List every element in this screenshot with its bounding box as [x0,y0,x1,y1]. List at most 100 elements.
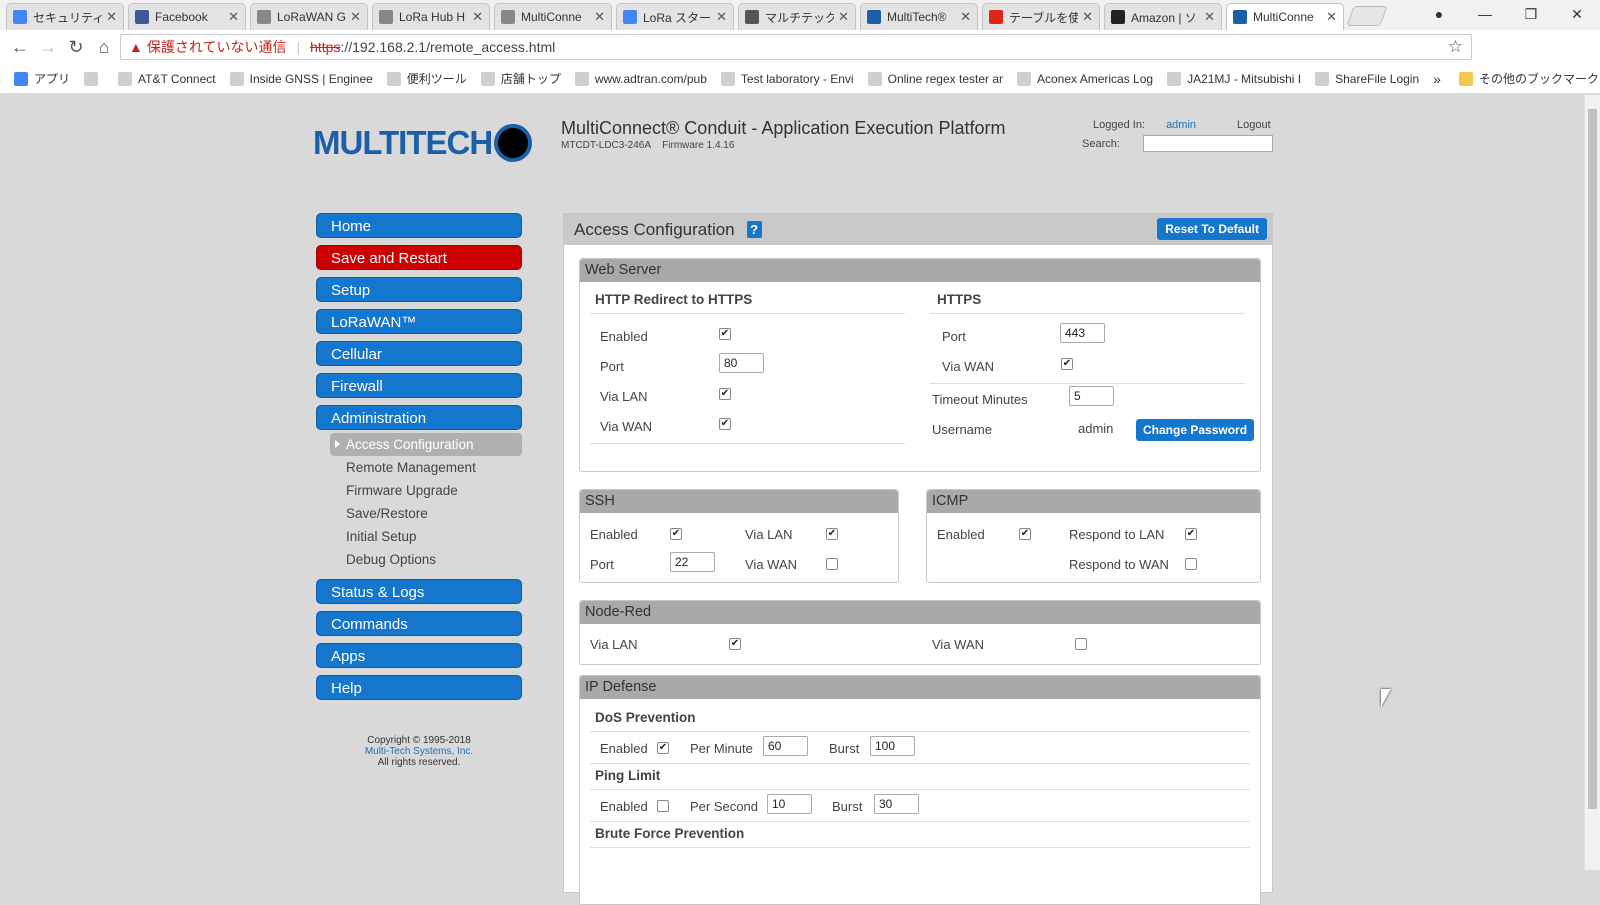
bookmark-item[interactable] [84,71,104,86]
nav-button-apps[interactable]: Apps [316,643,522,668]
dos-enabled-checkbox[interactable]: ✔ [657,742,669,754]
bookmark-label: Aconex Americas Log [1037,71,1154,86]
redirect-via-lan-checkbox[interactable]: ✔ [719,388,731,400]
icmp-section: ICMP Enabled ✔ Respond to LAN ✔ Respond … [926,489,1261,583]
logged-in-user[interactable]: admin [1166,119,1196,131]
forward-icon[interactable]: → [34,37,62,58]
respond-wan-checkbox[interactable] [1185,558,1197,570]
nav-button-setup[interactable]: Setup [316,277,522,302]
change-password-button[interactable]: Change Password [1136,419,1255,441]
close-tab-icon[interactable]: ✕ [838,9,849,25]
browser-tab[interactable]: Facebook ✕ [128,3,246,30]
other-bookmarks[interactable]: その他のブックマーク [1458,70,1599,87]
reload-icon[interactable]: ↻ [62,37,90,58]
timeout-input[interactable]: 5 [1069,386,1114,406]
close-tab-icon[interactable]: ✕ [1082,9,1093,25]
close-tab-icon[interactable]: ✕ [1326,9,1337,25]
icmp-enabled-checkbox[interactable]: ✔ [1019,528,1031,540]
divider [930,383,1245,384]
minimize-icon[interactable]: — [1462,0,1508,30]
nav-button-administration[interactable]: Administration [316,405,522,430]
per-second-input[interactable]: 10 [767,794,812,814]
profile-icon[interactable]: ● [1416,0,1462,30]
browser-tab[interactable]: LoRaWAN G ✕ [250,3,368,30]
browser-tab[interactable]: マルチテック L✕ [738,3,856,30]
bookmark-item[interactable]: AT&T Connect [118,71,216,86]
submenu-item-access-configuration[interactable]: Access Configuration [330,433,522,456]
nav-button-commands[interactable]: Commands [316,611,522,636]
node-red-via-lan-checkbox[interactable]: ✔ [729,638,741,650]
close-tab-icon[interactable]: ✕ [472,9,483,25]
insecure-label[interactable]: 保護されていない通信 [147,37,287,57]
help-icon[interactable]: ? [746,221,762,238]
nav-button-firewall[interactable]: Firewall [316,373,522,398]
nav-button-status-logs[interactable]: Status & Logs [316,579,522,604]
close-tab-icon[interactable]: ✕ [228,9,239,25]
node-red-via-wan-checkbox[interactable] [1075,638,1087,650]
browser-tab[interactable]: MultiTech® ✕ [860,3,978,30]
new-tab-button[interactable] [1346,6,1388,26]
home-icon[interactable]: ⌂ [90,37,118,58]
submenu-item-firmware-upgrade[interactable]: Firmware Upgrade [316,479,522,502]
close-window-icon[interactable]: ✕ [1554,0,1600,30]
browser-tab[interactable]: テーブルを使用 ✕ [982,3,1100,30]
bookmark-item[interactable]: Test laboratory - Envi [720,71,854,86]
browser-tab[interactable]: セキュリティ診 ✕ [6,3,124,30]
restore-icon[interactable]: ❐ [1508,0,1554,30]
submenu-item-remote-management[interactable]: Remote Management [316,456,522,479]
nav-button-save-and-restart[interactable]: Save and Restart [316,245,522,270]
bookmark-item[interactable]: アプリ [14,70,70,87]
ssh-enabled-checkbox[interactable]: ✔ [670,528,682,540]
bookmark-star-icon[interactable]: ☆ [1448,37,1463,57]
search-input[interactable] [1143,135,1273,152]
scrollbar-thumb[interactable] [1588,109,1597,809]
bookmark-item[interactable]: Inside GNSS | Enginee [229,71,373,86]
close-tab-icon[interactable]: ✕ [960,9,971,25]
submenu-item-debug-options[interactable]: Debug Options [316,548,522,571]
logout-link[interactable]: Logout [1237,119,1271,131]
browser-tab[interactable]: MultiConne ✕ [1226,3,1344,30]
ssh-via-lan-checkbox[interactable]: ✔ [826,528,838,540]
reset-to-default-button[interactable]: Reset To Default [1157,218,1267,240]
close-tab-icon[interactable]: ✕ [594,9,605,25]
nav-button-home[interactable]: Home [316,213,522,238]
bookmark-item[interactable]: Aconex Americas Log [1017,71,1154,86]
address-bar[interactable]: ▲ 保護されていない通信 | https ://192.168.2.1/remo… [120,34,1472,60]
close-tab-icon[interactable]: ✕ [716,9,727,25]
bookmark-item[interactable]: JA21MJ - Mitsubishi I [1167,71,1301,86]
redirect-enabled-checkbox[interactable]: ✔ [719,328,731,340]
browser-tab[interactable]: MultiConne ✕ [494,3,612,30]
bookmark-item[interactable]: 便利ツール [386,70,467,87]
warning-icon[interactable]: ▲ [129,39,143,55]
bookmark-item[interactable]: ShareFile Login [1315,71,1419,86]
bookmark-item[interactable]: www.adtran.com/pub [574,71,707,86]
page-scrollbar[interactable] [1584,95,1600,870]
redirect-port-input[interactable]: 80 [719,353,764,373]
dos-burst-input[interactable]: 100 [870,736,915,756]
close-tab-icon[interactable]: ✕ [350,9,361,25]
back-icon[interactable]: ← [6,37,34,58]
submenu-item-save-restore[interactable]: Save/Restore [316,502,522,525]
ssh-via-wan-checkbox[interactable] [826,558,838,570]
browser-tab[interactable]: LoRa スター ✕ [616,3,734,30]
ssh-port-input[interactable]: 22 [670,552,715,572]
ping-enabled-checkbox[interactable] [657,800,669,812]
close-tab-icon[interactable]: ✕ [1204,9,1215,25]
nav-button-help[interactable]: Help [316,675,522,700]
ping-burst-input[interactable]: 30 [874,794,919,814]
redirect-via-wan-checkbox[interactable]: ✔ [719,418,731,430]
https-port-input[interactable]: 443 [1060,323,1105,343]
company-link[interactable]: Multi-Tech Systems, Inc. [316,746,522,757]
bookmark-item[interactable]: 店舗トップ [480,70,561,87]
per-minute-input[interactable]: 60 [763,736,808,756]
submenu-item-initial-setup[interactable]: Initial Setup [316,525,522,548]
https-via-wan-checkbox[interactable]: ✔ [1061,358,1073,370]
bookmark-item[interactable]: Online regex tester ar [867,71,1003,86]
close-tab-icon[interactable]: ✕ [106,9,117,25]
nav-button-cellular[interactable]: Cellular [316,341,522,366]
bookmarks-more-icon[interactable]: » [1433,71,1441,87]
respond-lan-checkbox[interactable]: ✔ [1185,528,1197,540]
browser-tab[interactable]: LoRa Hub H ✕ [372,3,490,30]
browser-tab[interactable]: Amazon | ソ ✕ [1104,3,1222,30]
nav-button-lorawan[interactable]: LoRaWAN™ [316,309,522,334]
